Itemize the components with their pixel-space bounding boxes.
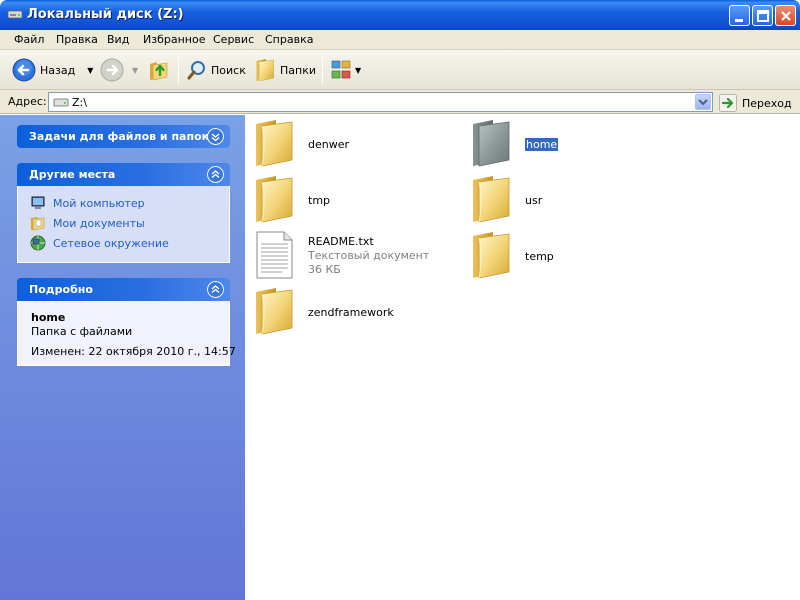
up-folder-icon [150,62,168,81]
folder-item-usr[interactable]: usr [469,174,609,224]
folder-label: zendframework [308,306,394,319]
folder-icon [252,174,296,224]
details-title: Подробно [29,283,93,296]
menu-view[interactable]: Вид [107,33,129,46]
forward-arrow-icon [100,58,124,82]
file-list: denwer home tmp usr README.txt Текстовый… [245,115,800,600]
other-places-panel: Другие места Мой компьютер Мои документы… [17,163,230,263]
folder-item-zendframework[interactable]: zendframework [252,286,412,336]
maximize-button[interactable] [752,5,773,26]
menu-edit[interactable]: Правка [56,33,98,46]
folder-icon [252,118,296,168]
up-folder-button[interactable] [147,56,171,84]
collapse-icon[interactable] [207,166,224,183]
folder-label-selected: home [525,138,559,151]
address-bar: Адрес: Z:\ Переход [0,90,800,114]
search-label: Поиск [211,63,246,77]
address-label: Адрес: [8,95,47,108]
forward-button[interactable]: ▼ [100,56,138,84]
drive-icon [53,98,69,107]
file-item-readme[interactable]: README.txt Текстовый документ 36 КБ [252,230,432,280]
task-pane: Задачи для файлов и папок Другие места М… [0,115,245,600]
details-modified: Изменен: 22 октября 2010 г., 14:57 [31,345,236,358]
close-button[interactable] [775,5,796,26]
go-arrow-icon [719,94,737,112]
file-label: README.txt [308,235,374,248]
file-type: Текстовый документ [308,249,430,262]
back-dropdown-icon[interactable]: ▼ [87,66,93,75]
title-bar[interactable]: Локальный диск (Z:) [0,0,800,30]
go-label: Переход [742,96,792,110]
other-places-header[interactable]: Другие места [17,163,230,186]
menu-bar: Файл Правка Вид Избранное Сервис Справка [0,30,800,50]
back-button[interactable]: Назад ▼ [12,56,93,84]
minimize-button[interactable] [729,5,750,26]
folder-icon [469,118,513,168]
search-button[interactable]: Поиск [186,56,246,84]
folder-icon [469,174,513,224]
details-panel: Подробно home Папка с файлами Изменен: 2… [17,278,236,366]
menu-help[interactable]: Справка [265,33,313,46]
back-label: Назад [40,63,76,77]
views-button[interactable]: ▼ [330,56,361,84]
text-file-icon [256,231,293,279]
forward-dropdown-icon[interactable]: ▼ [132,66,138,75]
network-icon [30,235,46,251]
folder-item-denwer[interactable]: denwer [252,118,392,168]
folder-label: usr [525,194,543,207]
folders-button[interactable]: Папки [254,56,316,84]
minimize-icon [735,19,743,22]
folder-label: tmp [308,194,331,207]
views-dropdown-icon[interactable]: ▼ [355,66,361,75]
folder-icon [252,286,296,336]
link-network-places[interactable]: Сетевое окружение [30,235,169,251]
expand-icon[interactable] [207,128,224,145]
menu-favorites[interactable]: Избранное [143,33,205,46]
back-arrow-icon [12,58,36,82]
tasks-panel-title: Задачи для файлов и папок [29,130,210,143]
close-icon [781,11,791,21]
menu-tools[interactable]: Сервис [213,33,254,46]
link-my-documents[interactable]: Мои документы [30,215,145,231]
address-input[interactable]: Z:\ [48,92,713,112]
folder-item-tmp[interactable]: tmp [252,174,392,224]
folder-item-temp[interactable]: temp [469,230,609,280]
folder-label: denwer [308,138,350,151]
views-icon [331,60,351,79]
other-places-body: Мой компьютер Мои документы Сетевое окру… [17,186,230,263]
toolbar-separator [322,56,323,84]
address-dropdown-button[interactable] [695,94,711,110]
window-title: Локальный диск (Z:) [27,7,184,22]
go-button[interactable]: Переход [719,94,792,112]
file-size: 36 КБ [308,263,341,276]
tasks-panel: Задачи для файлов и папок [17,125,230,148]
toolbar: Назад ▼ ▼ Поиск Папки ▼ [0,50,800,90]
documents-icon [31,217,45,231]
folders-icon [254,58,276,82]
drive-icon [7,10,23,19]
link-my-computer[interactable]: Мой компьютер [30,195,145,211]
folder-label: temp [525,250,554,263]
other-places-title: Другие места [29,168,116,181]
details-header[interactable]: Подробно [17,278,230,301]
folder-icon [469,230,513,280]
search-icon [187,61,205,80]
collapse-icon[interactable] [207,281,224,298]
toolbar-separator [178,56,179,84]
menu-file[interactable]: Файл [14,33,44,46]
details-body: home Папка с файлами Изменен: 22 октября… [17,301,236,366]
maximize-icon [757,10,769,22]
computer-icon [31,196,45,209]
details-type: Папка с файлами [31,325,133,338]
chevron-down-icon [698,99,708,106]
address-value: Z:\ [72,96,87,109]
tasks-panel-header[interactable]: Задачи для файлов и папок [17,125,230,148]
folder-item-home[interactable]: home [469,118,609,168]
folders-label: Папки [280,63,316,77]
details-name: home [31,311,66,324]
